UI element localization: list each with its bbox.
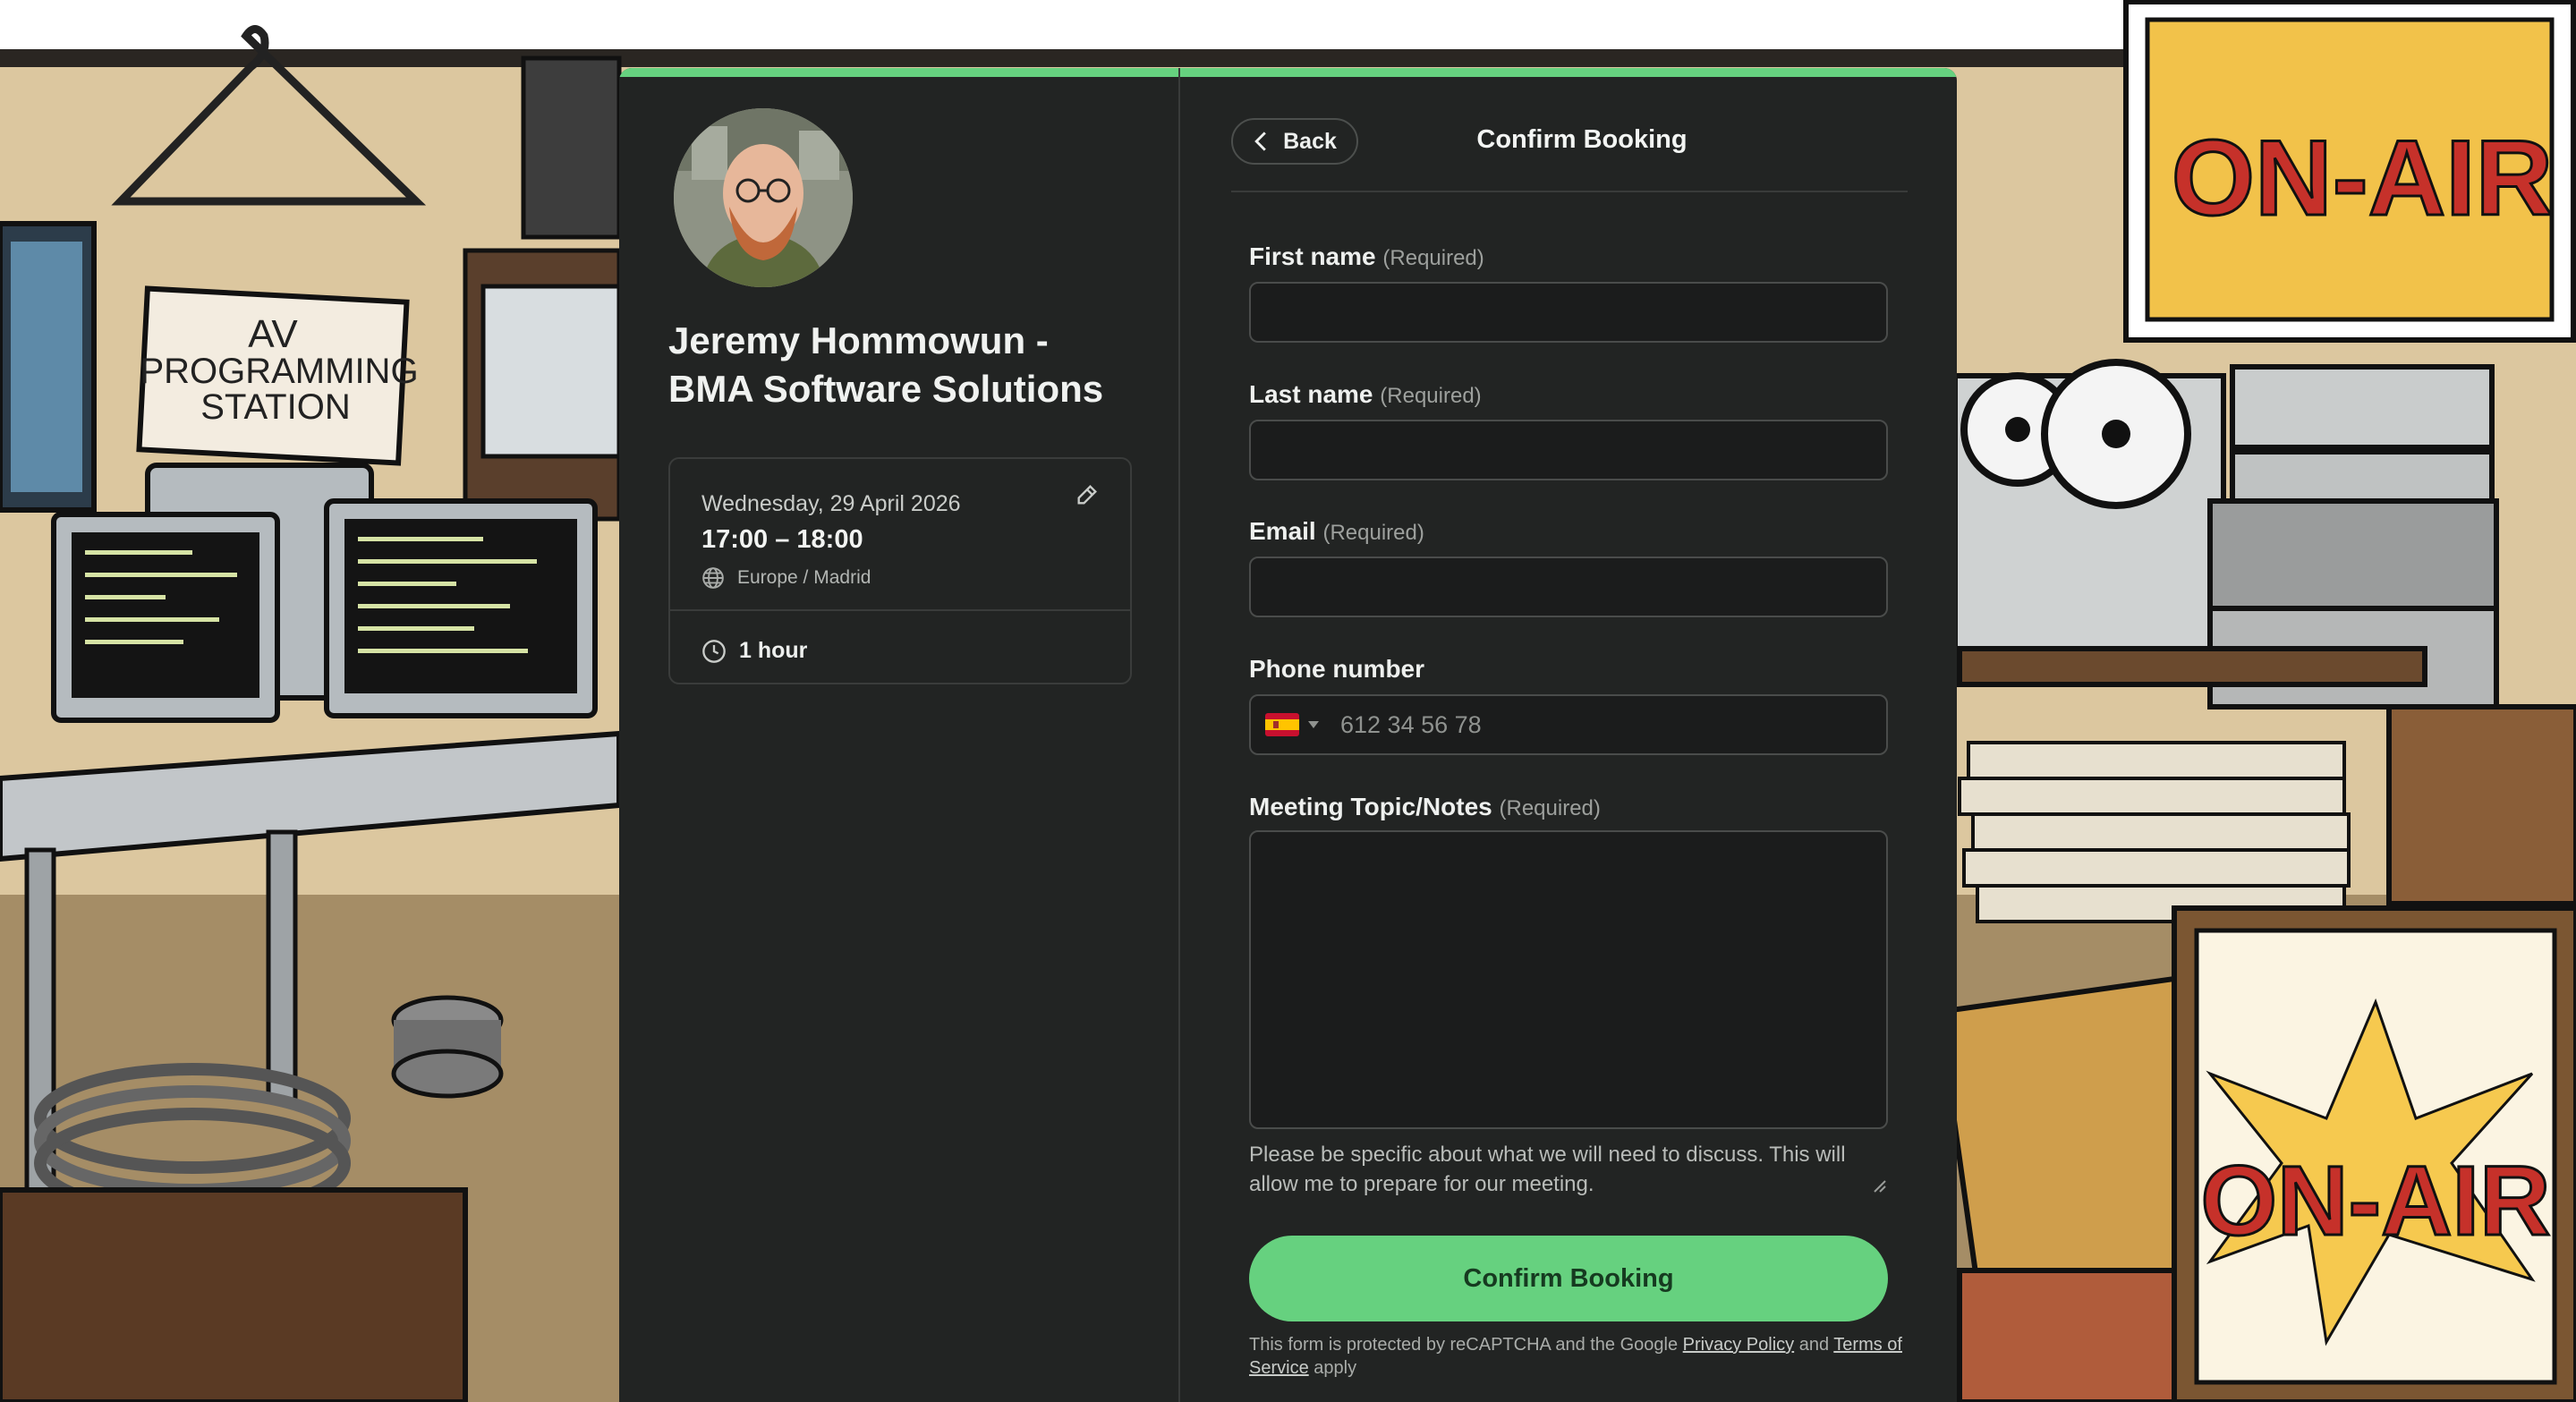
timezone-label: Europe / Madrid	[737, 567, 871, 588]
av-programming-station-sign: AV PROGRAMMING STATION	[136, 285, 419, 466]
email-label: Email (Required)	[1249, 517, 1424, 546]
notes-label-text: Meeting Topic/Notes	[1249, 793, 1492, 820]
meeting-time: 17:00 – 18:00	[701, 525, 863, 554]
privacy-policy-link[interactable]: Privacy Policy	[1683, 1335, 1794, 1355]
page-title: Confirm Booking	[1476, 125, 1688, 154]
station-sign-line2: PROGRAMMING	[140, 352, 418, 391]
pencil-icon[interactable]	[1075, 482, 1100, 507]
notes-textarea[interactable]	[1249, 830, 1888, 1129]
chevron-down-icon	[1308, 721, 1319, 728]
station-sign-line1: AV	[248, 312, 298, 356]
meeting-details-box: Wednesday, 29 April 2026 17:00 – 18:00 E…	[668, 457, 1132, 684]
host-name-line2: BMA Software Solutions	[668, 368, 1104, 410]
booking-form-panel: Back Confirm Booking First name (Require…	[1180, 68, 1957, 1402]
meeting-duration: 1 hour	[739, 638, 808, 663]
meeting-date: Wednesday, 29 April 2026	[701, 491, 961, 516]
on-air-sign-top: ON-AIR	[2123, 0, 2576, 343]
email-label-text: Email	[1249, 517, 1316, 545]
first-name-label-text: First name	[1249, 242, 1376, 270]
clock-icon	[702, 639, 726, 663]
confirm-booking-button[interactable]: Confirm Booking	[1249, 1236, 1888, 1321]
legal-and: and	[1798, 1335, 1830, 1355]
last-name-label-text: Last name	[1249, 380, 1373, 408]
header-divider	[1231, 191, 1908, 192]
last-name-field[interactable]	[1249, 420, 1888, 480]
chevron-left-icon	[1254, 132, 1266, 151]
host-name: Jeremy Hommowun - BMA Software Solutions	[668, 317, 1152, 413]
host-panel: Jeremy Hommowun - BMA Software Solutions…	[619, 68, 1180, 1402]
first-name-field[interactable]	[1249, 282, 1888, 343]
meeting-datetime: Wednesday, 29 April 2026 17:00 – 18:00 E…	[670, 459, 1130, 611]
globe-icon	[702, 567, 724, 589]
booking-card: Jeremy Hommowun - BMA Software Solutions…	[619, 68, 1957, 1402]
required-tag: (Required)	[1322, 521, 1424, 545]
spain-flag-icon	[1265, 713, 1299, 736]
phone-input[interactable]	[1340, 696, 1886, 753]
notes-label: Meeting Topic/Notes (Required)	[1249, 793, 1601, 821]
last-name-label: Last name (Required)	[1249, 380, 1482, 409]
required-tag: (Required)	[1499, 796, 1601, 820]
phone-label: Phone number	[1249, 655, 1424, 684]
on-air-bottom-text: ON-AIR	[2200, 1146, 2550, 1256]
recaptcha-notice: This form is protected by reCAPTCHA and …	[1249, 1333, 1902, 1380]
first-name-label: First name (Required)	[1249, 242, 1484, 271]
station-sign-line3: STATION	[200, 387, 350, 427]
duration-row: 1 hour	[701, 638, 807, 664]
legal-suffix: apply	[1314, 1358, 1357, 1378]
required-tag: (Required)	[1380, 384, 1482, 408]
host-avatar	[674, 108, 853, 287]
timezone-row: Europe / Madrid	[701, 566, 871, 590]
host-name-line1: Jeremy Hommowun -	[668, 319, 1049, 361]
notes-help-text: Please be specific about what we will ne…	[1249, 1143, 1846, 1196]
on-air-top-text: ON-AIR	[2172, 118, 2554, 238]
phone-field	[1249, 694, 1888, 755]
on-air-sign-bottom: ON-AIR	[2172, 905, 2576, 1402]
required-tag: (Required)	[1382, 246, 1484, 270]
phone-label-text: Phone number	[1249, 655, 1425, 683]
legal-prefix: This form is protected by reCAPTCHA and …	[1249, 1335, 1679, 1355]
country-code-select[interactable]	[1265, 713, 1319, 736]
email-field[interactable]	[1249, 557, 1888, 617]
